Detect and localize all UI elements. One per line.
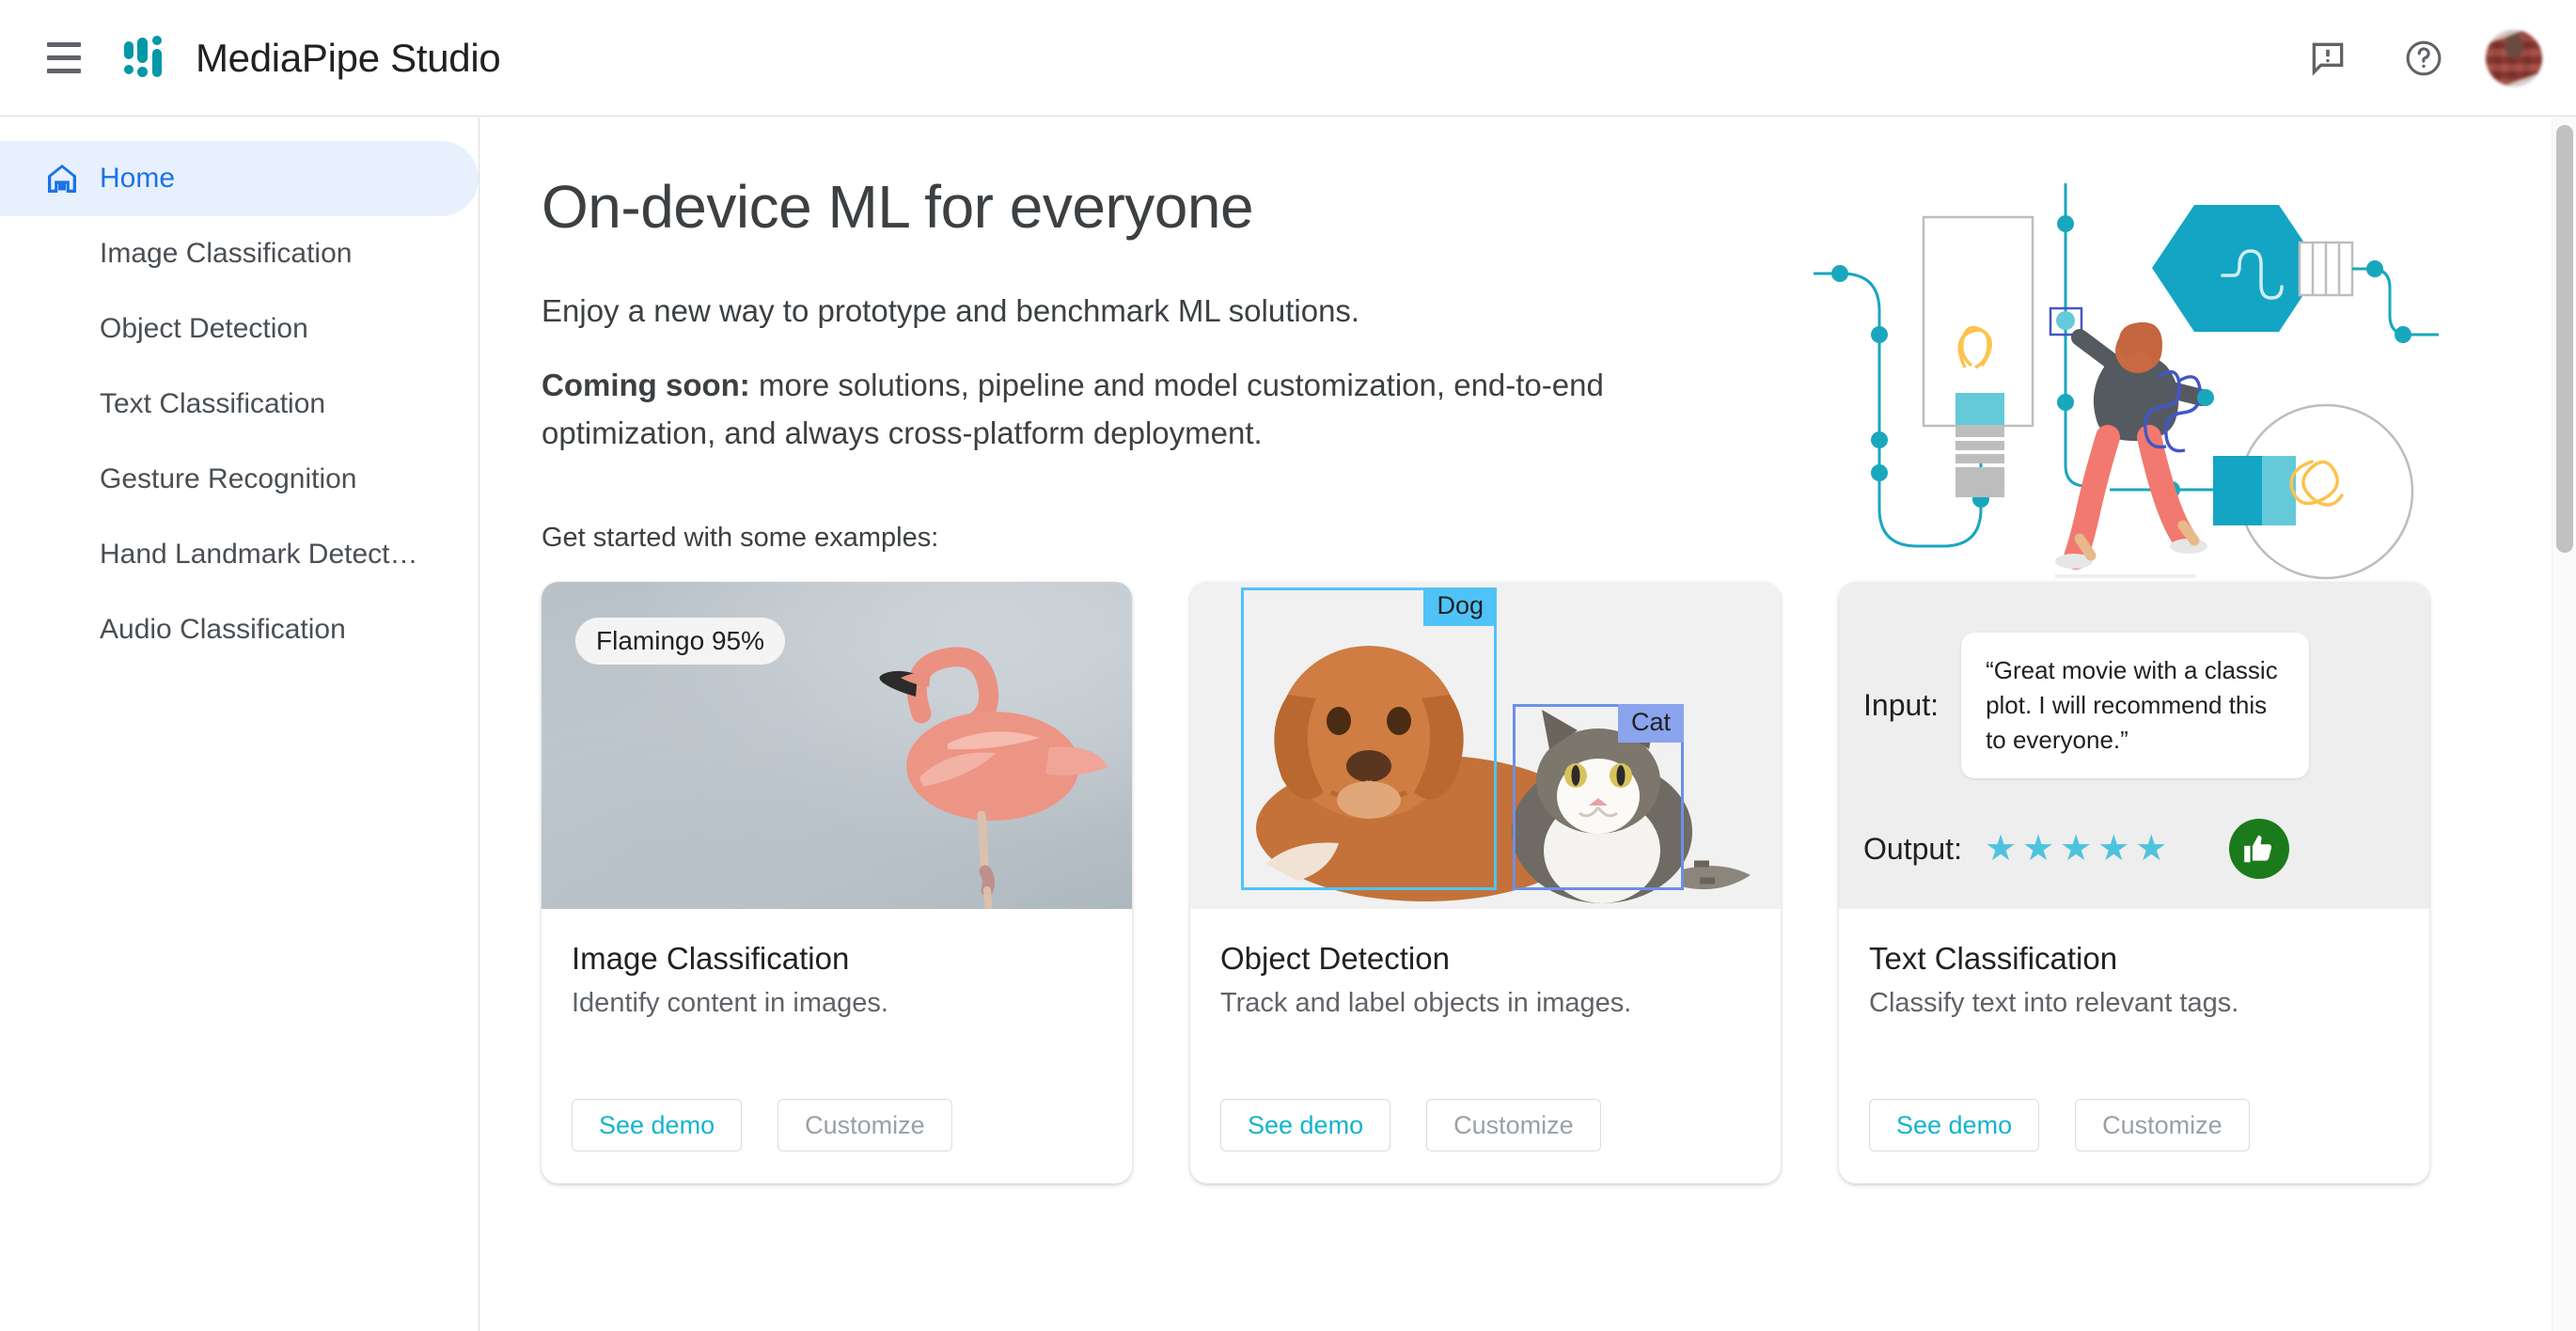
see-demo-button[interactable]: See demo: [572, 1099, 743, 1152]
card-media-dog-cat: Dog Cat: [1190, 582, 1781, 910]
hero-coming-soon: Coming soon: more solutions, pipeline an…: [542, 361, 1623, 457]
app-title: MediaPipe Studio: [196, 35, 501, 80]
star-icon: ★: [1984, 829, 2018, 869]
header-actions: [2294, 24, 2542, 92]
sidebar: Home Image Classification Object Detecti…: [0, 117, 479, 1331]
input-row: Input: “Great movie with a classic plot.…: [1863, 633, 2310, 779]
star-icon: ★: [2060, 829, 2093, 869]
see-demo-button[interactable]: See demo: [1220, 1099, 1391, 1152]
sidebar-item-hand-landmark-detection[interactable]: Hand Landmark Detect…: [0, 517, 479, 592]
bounding-box-label: Dog: [1423, 587, 1497, 627]
card-actions: See demo Customize: [1869, 1099, 2250, 1152]
feedback-icon[interactable]: [2294, 24, 2362, 92]
sidebar-item-object-detection[interactable]: Object Detection: [0, 291, 479, 367]
sidebar-item-label: Home: [100, 163, 176, 194]
card-actions: See demo Customize: [572, 1099, 952, 1152]
card-actions: See demo Customize: [1220, 1099, 1601, 1152]
help-icon[interactable]: [2390, 24, 2458, 92]
bounding-box-dog: Dog: [1241, 587, 1497, 891]
see-demo-button[interactable]: See demo: [1869, 1099, 2040, 1152]
prediction-chip: Flamingo 95%: [575, 618, 785, 666]
card-title: Object Detection: [1220, 941, 1450, 977]
sidebar-item-label: Object Detection: [100, 313, 308, 344]
card-description: Classify text into relevant tags.: [1869, 988, 2239, 1019]
ml-pipeline-illustration: [1781, 163, 2439, 586]
sidebar-item-label: Audio Classification: [100, 614, 346, 645]
card-body: Image Classification Identify content in…: [542, 909, 1132, 1183]
brand[interactable]: MediaPipe Studio: [124, 35, 501, 81]
mediapipe-logo-icon: [124, 35, 167, 81]
sidebar-item-audio-classification[interactable]: Audio Classification: [0, 592, 479, 667]
sidebar-item-label: Text Classification: [100, 388, 326, 419]
menu-bar-2: [47, 55, 81, 60]
coming-soon-label: Coming soon:: [542, 368, 750, 403]
sidebar-item-image-classification[interactable]: Image Classification: [0, 216, 479, 291]
hero-section: On-device ML for everyone Enjoy a new wa…: [542, 172, 2552, 580]
hamburger-menu-icon[interactable]: [39, 34, 88, 83]
scrollbar-thumb[interactable]: [2556, 125, 2573, 553]
vertical-scrollbar[interactable]: [2552, 117, 2576, 1331]
star-icon: ★: [2135, 829, 2168, 869]
card-title: Text Classification: [1869, 941, 2118, 977]
main-content: On-device ML for everyone Enjoy a new wa…: [480, 117, 2552, 1331]
card-body: Text Classification Classify text into r…: [1839, 909, 2429, 1183]
menu-bar-1: [47, 42, 81, 47]
card-body: Object Detection Track and label objects…: [1190, 909, 1781, 1183]
thumbs-up-icon: [2229, 819, 2290, 880]
sidebar-item-label: Image Classification: [100, 238, 353, 269]
output-label: Output:: [1863, 831, 1962, 866]
card-media-sentiment: Input: “Great movie with a classic plot.…: [1839, 582, 2429, 910]
sidebar-item-home[interactable]: Home: [0, 141, 479, 216]
card-image-classification[interactable]: Flamingo 95% Image Classification Identi…: [542, 582, 1132, 1184]
card-description: Track and label objects in images.: [1220, 988, 1632, 1019]
star-icon: ★: [2022, 829, 2055, 869]
card-title: Image Classification: [572, 941, 850, 977]
sidebar-item-label: Gesture Recognition: [100, 463, 357, 494]
app-header: MediaPipe Studio: [0, 0, 2576, 117]
output-row: Output: ★ ★ ★ ★ ★: [1863, 819, 2290, 880]
sidebar-item-text-classification[interactable]: Text Classification: [0, 367, 479, 442]
menu-bar-3: [47, 69, 81, 73]
customize-button[interactable]: Customize: [778, 1099, 952, 1152]
star-rating: ★ ★ ★ ★ ★: [1985, 831, 2167, 867]
card-object-detection[interactable]: Dog Cat Object Detection Track and label…: [1190, 582, 1781, 1184]
user-avatar[interactable]: [2486, 29, 2542, 86]
customize-button[interactable]: Customize: [2075, 1099, 2250, 1152]
card-description: Identify content in images.: [572, 988, 888, 1019]
sidebar-item-gesture-recognition[interactable]: Gesture Recognition: [0, 442, 479, 517]
card-text-classification[interactable]: Input: “Great movie with a classic plot.…: [1839, 582, 2429, 1184]
input-text-bubble: “Great movie with a classic plot. I will…: [1961, 633, 2310, 779]
card-media-flamingo: Flamingo 95%: [542, 582, 1132, 910]
example-cards: Flamingo 95% Image Classification Identi…: [542, 582, 2552, 1184]
star-icon: ★: [2097, 829, 2130, 869]
input-label: Input:: [1863, 688, 1940, 723]
hero-subtitle: Enjoy a new way to prototype and benchma…: [542, 293, 1360, 328]
bounding-box-label: Cat: [1617, 704, 1684, 744]
sidebar-item-label: Hand Landmark Detect…: [100, 539, 418, 570]
home-icon: [43, 160, 88, 197]
customize-button[interactable]: Customize: [1426, 1099, 1601, 1152]
bounding-box-cat: Cat: [1513, 704, 1684, 891]
